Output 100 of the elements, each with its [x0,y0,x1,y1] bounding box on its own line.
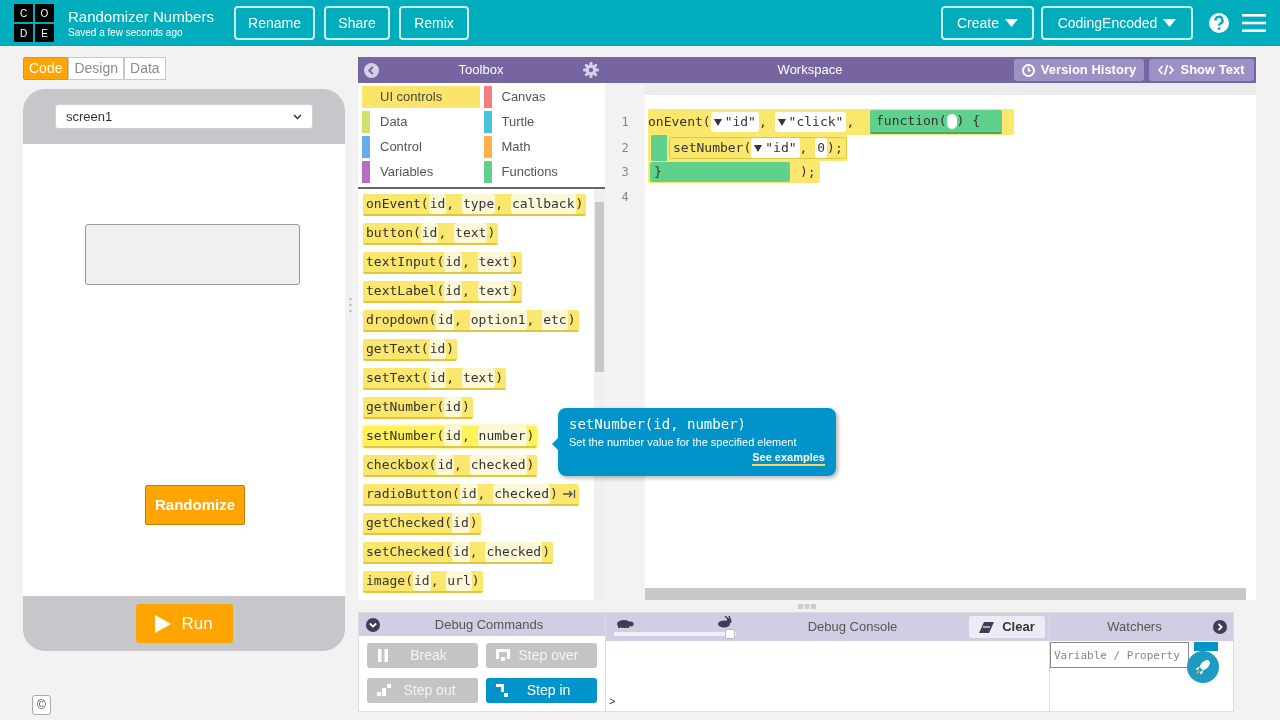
param-slot: id [428,194,447,214]
param-slot: checked [493,484,551,504]
code-block[interactable]: onEvent( "id" , "click" , function( ) { [648,109,1015,135]
caret-icon [713,118,722,126]
code-block[interactable]: getNumber(id) [363,397,473,419]
code-block[interactable]: setNumber(id, number) [363,426,538,448]
code-block[interactable]: textLabel(id, text) [363,281,522,303]
param-slot: url [446,571,472,591]
param-slot: id [420,223,439,243]
code-block[interactable]: getChecked(id) [363,513,481,535]
tooltip-description: Set the number value for the specified element [569,435,798,450]
text-input[interactable] [85,224,300,285]
code-block[interactable]: radioButton(id, checked) [363,484,579,506]
resize-handle-icon[interactable] [798,603,816,609]
param-slot: text [454,223,488,243]
screen-dropdown[interactable]: screen1 [55,104,313,129]
code-block[interactable]: onEvent(id, type, callback) [363,194,587,216]
toolbox-title: Toolbox [458,61,504,80]
code-block[interactable]: button(id, text) [363,223,499,245]
param-slot: id [444,397,462,417]
play-icon [155,614,172,633]
panel-title: Debug Commands [433,615,545,634]
line-number: 3 [621,164,629,181]
number-field[interactable]: 0 [815,138,828,158]
scrollbar-thumb[interactable] [645,588,1246,600]
panel-title: Watchers [1106,618,1163,637]
code-block[interactable]: image(id, url) [363,571,483,593]
code-block[interactable]: dropdown(id, option1, etc) [363,310,579,332]
chevron-down-icon [293,113,302,120]
caret-icon [1005,19,1018,27]
step-over-icon [496,649,510,662]
param-slot: id [412,571,431,591]
dropdown-field[interactable]: "id" [751,138,800,158]
project-title: Randomizer Numbers [68,7,215,27]
param-slot: text [477,252,511,272]
menu-icon[interactable] [1242,13,1266,33]
caret-icon [754,144,763,152]
param-slot: option1 [469,310,527,330]
param-slot: id [444,281,462,301]
panel-title: Debug Console [806,618,899,637]
code-block[interactable]: } ); [648,161,820,183]
caret-icon [1163,19,1177,27]
param-slot: id [436,455,455,475]
param-slot: text [477,281,511,301]
code-block[interactable]: checkbox(id, checked) [363,455,538,477]
workspace-title: Workspace [776,61,844,80]
clock-icon [1021,63,1035,77]
code-block[interactable]: getText(id) [363,339,458,361]
code-logo: C O D E [14,4,54,42]
code-block[interactable]: setText(id, text) [363,368,507,390]
pause-icon [377,649,389,662]
param-slot: callback [510,194,576,214]
param-slot: type [461,194,496,214]
dropdown-field[interactable]: "click" [774,112,847,132]
param-slot: checked [469,455,527,475]
eraser-icon [979,621,995,633]
code-block[interactable]: setChecked(id, checked) [363,542,554,564]
copyright-button[interactable]: © [32,695,51,715]
param-slot: id [452,513,470,533]
turtle-icon [614,618,634,628]
line-number: 1 [621,114,629,131]
save-status: Saved a few seconds ago [68,27,184,39]
line-number: 2 [621,140,629,157]
param-slot: id [428,368,447,388]
function-block[interactable]: function( ) { [870,110,1003,134]
clear-button[interactable]: Clear [969,616,1045,638]
collapse-icon[interactable] [366,617,380,632]
line-number: 4 [621,189,629,206]
console-prompt: > [609,693,616,709]
param-slot: text [461,368,496,388]
caret-icon [777,118,786,126]
watch-input[interactable]: Variable / Property [1050,642,1189,668]
function-end-block: } [650,162,790,182]
help-icon[interactable] [1208,12,1230,34]
settings-icon[interactable] [583,62,599,78]
dropdown-field[interactable]: "id" [710,112,759,132]
param-slot: id [444,252,462,272]
expand-icon[interactable] [1213,620,1227,634]
category-item[interactable]: UI controls [362,86,480,108]
mode-tab[interactable]: Data [124,57,166,80]
rocket-icon[interactable] [1187,651,1219,683]
mode-tab[interactable]: Design [68,57,125,80]
param-slot: id [428,339,447,359]
code-block[interactable]: setNumber( "id" , 0); [669,137,847,159]
parameter-slot[interactable] [946,113,957,129]
param-slot: id [459,484,478,504]
param-slot: id [444,426,462,446]
slider-thumb[interactable] [724,629,735,639]
resize-handle-icon[interactable] [349,297,352,313]
param-slot: number [477,426,527,446]
tooltip-title: setNumber(id, number) [569,415,747,434]
step-out-icon [377,684,391,697]
scrollbar-thumb[interactable] [595,202,604,372]
param-slot: id [436,310,455,330]
param-slot: checked [485,542,543,562]
param-slot: etc [542,310,568,330]
step-in-icon [496,684,510,697]
code-icon [1158,64,1175,76]
code-block[interactable]: textInput(id, text) [363,252,522,274]
speed-slider[interactable] [614,632,736,636]
